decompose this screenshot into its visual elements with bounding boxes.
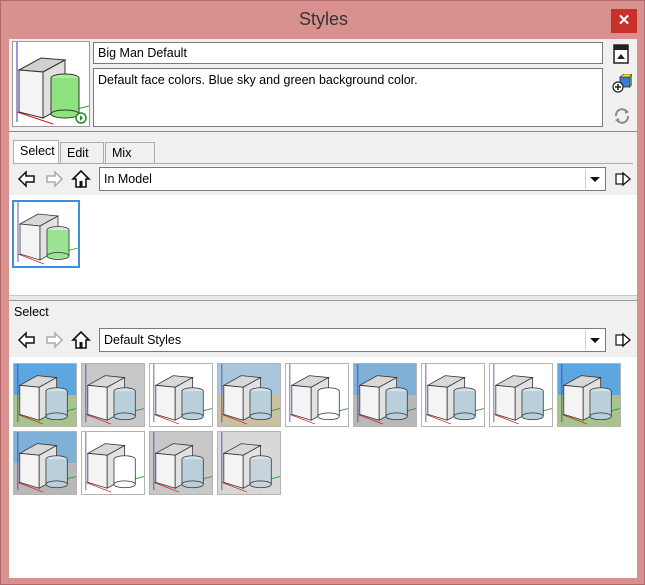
default-style-thumbnail[interactable] <box>285 363 349 427</box>
chevron-down-icon[interactable] <box>585 169 604 189</box>
default-styles-panel <box>9 357 637 578</box>
divider <box>9 131 637 132</box>
default-style-thumbnail[interactable] <box>13 363 77 427</box>
tab-select[interactable]: Select <box>13 140 59 164</box>
style-description-field[interactable]: Default face colors. Blue sky and green … <box>93 68 603 127</box>
default-style-thumbnail[interactable] <box>489 363 553 427</box>
tab-mix[interactable]: Mix <box>105 142 155 164</box>
window-title: Styles <box>298 9 349 29</box>
default-style-thumbnail[interactable] <box>217 431 281 495</box>
default-style-thumbnail[interactable] <box>557 363 621 427</box>
tab-underline <box>13 163 633 164</box>
default-style-thumbnail[interactable] <box>13 431 77 495</box>
default-style-thumbnail[interactable] <box>149 363 213 427</box>
display-secondary-pane-icon[interactable] <box>612 44 630 64</box>
in-model-style-thumbnail[interactable] <box>12 200 80 268</box>
create-style-icon[interactable] <box>612 73 633 94</box>
secondary-collection-value: Default Styles <box>104 333 182 347</box>
styles-panel: Big Man Default Default face colors. Blu… <box>9 39 637 578</box>
secondary-pane-header: Select <box>14 305 49 319</box>
style-thumbnail-icon <box>13 42 90 126</box>
splitter-handle[interactable] <box>9 295 637 301</box>
secondary-chevron-down-icon[interactable] <box>585 330 604 350</box>
style-name-field[interactable]: Big Man Default <box>93 42 603 64</box>
back-icon[interactable] <box>17 169 37 189</box>
default-style-thumbnail[interactable] <box>217 363 281 427</box>
secondary-forward-icon[interactable] <box>44 330 64 350</box>
close-button[interactable]: ✕ <box>611 9 637 33</box>
collection-dropdown[interactable]: In Model <box>99 167 606 191</box>
forward-icon[interactable] <box>44 169 64 189</box>
collection-dropdown-value: In Model <box>104 172 152 186</box>
default-style-thumbnail[interactable] <box>81 363 145 427</box>
secondary-collection-dropdown[interactable]: Default Styles <box>99 328 606 352</box>
default-style-thumbnail[interactable] <box>421 363 485 427</box>
home-icon[interactable] <box>71 169 91 189</box>
details-arrow-icon[interactable] <box>613 169 633 189</box>
in-model-styles-panel <box>9 195 637 295</box>
default-style-thumbnail[interactable] <box>81 431 145 495</box>
current-style-preview[interactable] <box>12 41 90 127</box>
tab-edit[interactable]: Edit <box>60 142 104 164</box>
secondary-details-arrow-icon[interactable] <box>613 330 633 350</box>
secondary-back-icon[interactable] <box>17 330 37 350</box>
secondary-home-icon[interactable] <box>71 330 91 350</box>
default-style-thumbnail[interactable] <box>149 431 213 495</box>
update-style-icon[interactable] <box>612 106 632 126</box>
styles-window: Styles ✕ Big Man Default Default face co… <box>0 0 645 585</box>
default-style-thumbnail[interactable] <box>353 363 417 427</box>
